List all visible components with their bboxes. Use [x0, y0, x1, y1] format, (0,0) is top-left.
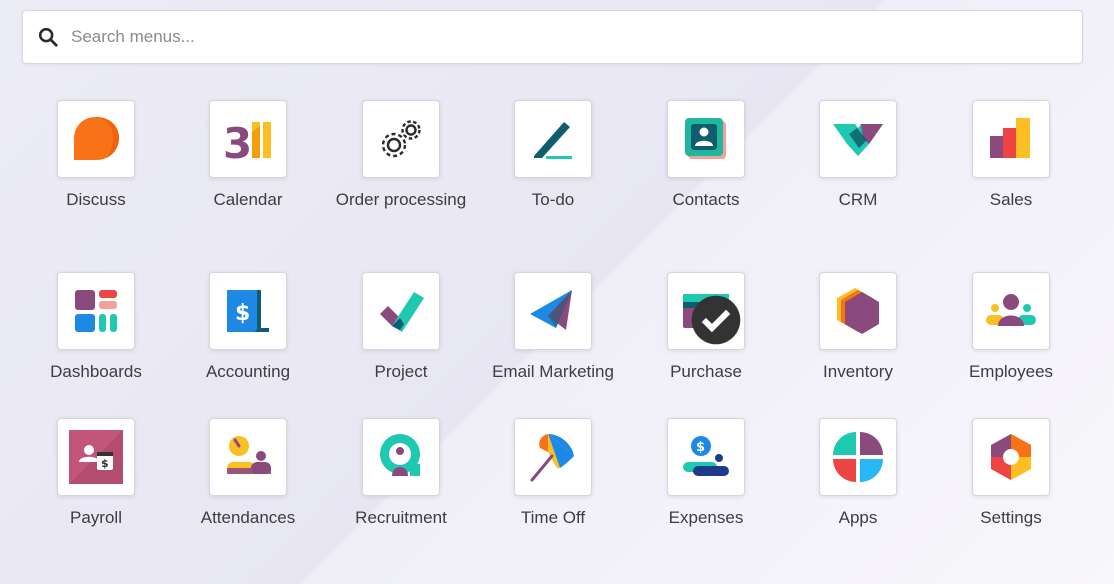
app-tile[interactable] [362, 418, 440, 496]
discuss-icon [74, 117, 119, 160]
app-inventory[interactable]: Inventory [788, 272, 928, 385]
payroll-icon: $ [69, 430, 123, 484]
app-label: Email Marketing [492, 362, 614, 381]
search-icon [37, 26, 59, 48]
svg-text:3: 3 [223, 119, 252, 166]
app-order-processing[interactable]: Order processing [331, 100, 471, 213]
clock-person-icon [227, 436, 271, 474]
app-sales[interactable]: Sales [941, 100, 1081, 213]
svg-text:$: $ [101, 457, 109, 470]
app-todo[interactable]: To-do [483, 100, 623, 213]
app-dashboards[interactable]: Dashboards [26, 272, 166, 385]
app-label: Project [374, 362, 428, 381]
check-badge-icon [691, 295, 741, 345]
svg-text:$: $ [235, 301, 250, 326]
app-discuss[interactable]: Discuss [26, 100, 166, 213]
dashboard-icon [75, 290, 117, 332]
app-tile[interactable] [667, 272, 745, 350]
app-purchase[interactable]: Purchase [636, 272, 776, 385]
umbrella-icon [530, 434, 574, 482]
app-expenses[interactable]: $ Expenses [636, 418, 776, 531]
app-tile[interactable] [972, 272, 1050, 350]
gears-icon [381, 120, 421, 158]
search-bar[interactable] [22, 10, 1083, 64]
app-contacts[interactable]: Contacts [636, 100, 776, 213]
handshake-icon [833, 124, 883, 156]
app-recruitment[interactable]: Recruitment [331, 418, 471, 531]
contact-card-icon [685, 118, 726, 159]
calendar-icon: 3 [223, 119, 271, 166]
app-label: Accounting [205, 362, 291, 381]
bars-icon [990, 118, 1030, 158]
hexagon-gear-icon [991, 434, 1031, 480]
app-payroll[interactable]: $ Payroll [26, 418, 166, 531]
money-person-icon: $ [683, 436, 729, 476]
app-settings[interactable]: Settings [941, 418, 1081, 531]
app-crm[interactable]: CRM [788, 100, 928, 213]
app-label: Settings [980, 508, 1042, 527]
app-label: To-do [531, 190, 575, 209]
app-label: CRM [838, 190, 878, 209]
app-label: Dashboards [50, 362, 142, 381]
app-tile[interactable] [57, 100, 135, 178]
app-email-marketing[interactable]: Email Marketing [483, 272, 623, 385]
app-tile[interactable]: $ [667, 418, 745, 496]
app-label: Contacts [672, 190, 740, 209]
app-label: Attendances [200, 508, 296, 527]
box-hexagon-icon [837, 288, 879, 334]
app-tile[interactable] [819, 272, 897, 350]
app-tile[interactable] [514, 418, 592, 496]
app-tile[interactable] [362, 100, 440, 178]
app-label: Discuss [66, 190, 126, 209]
pen-line-icon [534, 122, 572, 159]
app-accounting[interactable]: $ Accounting [178, 272, 318, 385]
app-tile[interactable] [972, 418, 1050, 496]
app-apps[interactable]: Apps [788, 418, 928, 531]
app-tile[interactable] [57, 272, 135, 350]
app-label: Order processing [335, 190, 467, 209]
apps-circle-icon [833, 432, 883, 482]
app-tile[interactable] [972, 100, 1050, 178]
app-label: Time Off [520, 508, 586, 527]
app-tile[interactable]: $ [57, 418, 135, 496]
app-tile[interactable]: $ [209, 272, 287, 350]
app-label: Sales [989, 190, 1033, 209]
app-tile[interactable] [819, 418, 897, 496]
app-project[interactable]: Project [331, 272, 471, 385]
app-label: Apps [838, 508, 878, 527]
app-tile[interactable]: 3 [209, 100, 287, 178]
app-tile[interactable] [362, 272, 440, 350]
app-tile[interactable] [514, 272, 592, 350]
app-label: Expenses [668, 508, 744, 527]
app-label: Inventory [823, 362, 893, 381]
app-label: Calendar [213, 190, 283, 209]
app-employees[interactable]: Employees [941, 272, 1081, 385]
app-tile[interactable] [514, 100, 592, 178]
app-label: Payroll [70, 508, 122, 527]
app-tile[interactable] [667, 100, 745, 178]
app-tile[interactable] [819, 100, 897, 178]
checkmark-icon [380, 292, 424, 332]
app-calendar[interactable]: 3 Calendar [178, 100, 318, 213]
magnifier-person-icon [380, 434, 420, 476]
app-attendances[interactable]: Attendances [178, 418, 318, 531]
svg-text:$: $ [696, 440, 705, 455]
app-tile[interactable] [209, 418, 287, 496]
app-time-off[interactable]: Time Off [483, 418, 623, 531]
app-label: Recruitment [355, 508, 447, 527]
paper-plane-icon [530, 290, 572, 330]
people-icon [986, 294, 1036, 326]
app-label: Employees [968, 362, 1054, 381]
app-label: Purchase [670, 362, 742, 381]
invoice-dollar-icon: $ [227, 290, 269, 332]
search-input[interactable] [71, 11, 1082, 63]
